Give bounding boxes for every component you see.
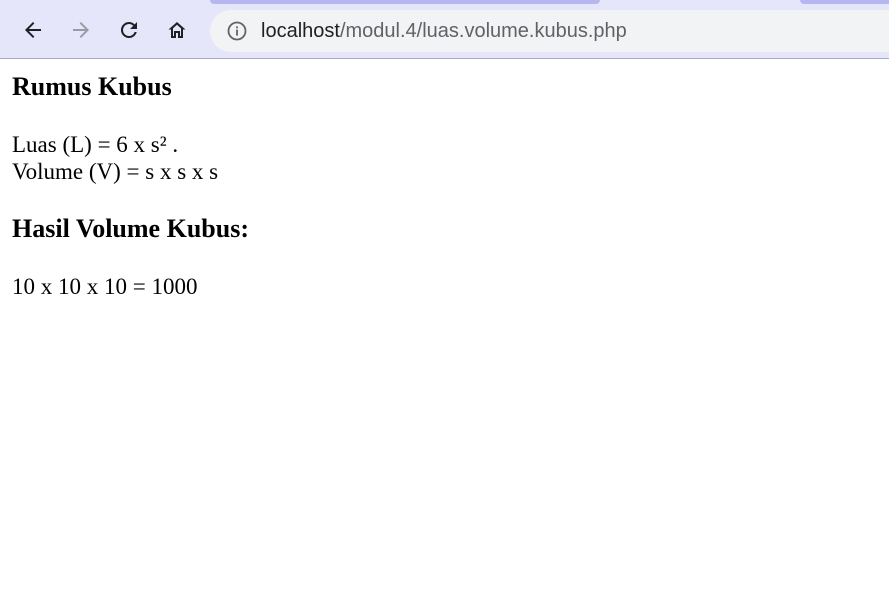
area-formula: Luas (L) = 6 x s² . xyxy=(12,132,179,157)
url-path: /modul.4/luas.volume.kubus.php xyxy=(339,20,627,42)
home-icon xyxy=(168,22,186,38)
home-button[interactable] xyxy=(160,13,194,47)
volume-result: 10 x 10 x 10 = 1000 xyxy=(12,274,198,299)
reload-button[interactable] xyxy=(112,13,146,47)
formula-heading: Rumus Kubus xyxy=(12,72,172,101)
url-text[interactable]: localhost/modul.4/luas.volume.kubus.php xyxy=(261,20,627,42)
address-bar[interactable]: localhost/modul.4/luas.volume.kubus.php xyxy=(210,10,889,52)
result-heading: Hasil Volume Kubus: xyxy=(12,214,249,243)
back-button[interactable] xyxy=(16,13,50,47)
back-arrow-icon xyxy=(25,22,41,38)
info-icon[interactable] xyxy=(226,20,248,42)
forward-arrow-icon xyxy=(73,22,89,38)
browser-toolbar: localhost/modul.4/luas.volume.kubus.php xyxy=(0,0,889,59)
tab-strip-right xyxy=(800,0,889,4)
reload-icon xyxy=(120,21,137,38)
forward-button[interactable] xyxy=(64,13,98,47)
volume-formula: Volume (V) = s x s x s xyxy=(12,159,219,184)
url-host: localhost xyxy=(261,20,340,42)
tab-strip xyxy=(210,0,600,4)
